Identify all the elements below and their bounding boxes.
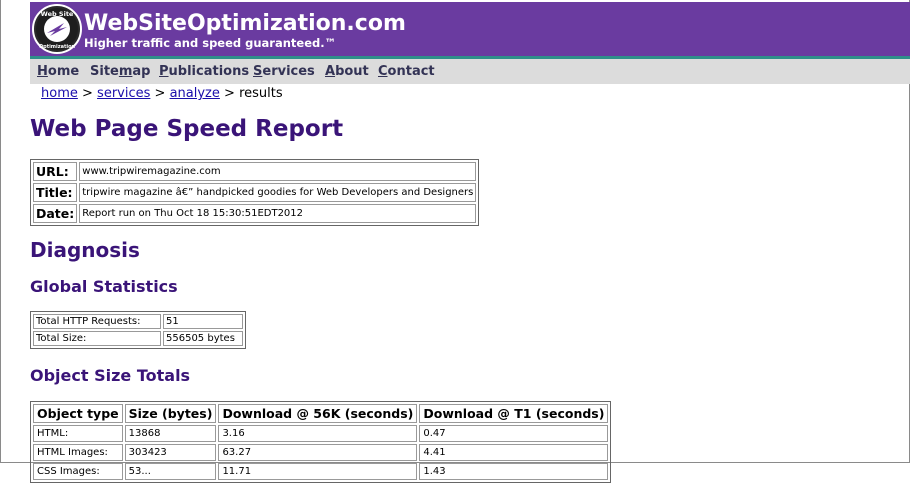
page-title: Web Page Speed Report xyxy=(30,116,344,142)
table-cell: HTML Images: xyxy=(33,444,123,461)
site-header: Web Site Optimization WebSiteOptimizatio… xyxy=(30,2,910,56)
url-value: www.tripwiremagazine.com xyxy=(79,162,477,181)
table-row: Total Size: 556505 bytes xyxy=(33,331,243,346)
table-cell: 556505 bytes xyxy=(163,331,243,346)
breadcrumb-analyze-link[interactable]: analyze xyxy=(170,86,220,101)
url-label: URL: xyxy=(33,162,78,181)
site-name[interactable]: WebSiteOptimization.com xyxy=(84,11,406,36)
logo-text-bottom: Optimization xyxy=(39,44,76,50)
table-cell: Total HTTP Requests: xyxy=(33,314,161,329)
table-cell: Total Size: xyxy=(33,331,161,346)
object-size-table: Object type Size (bytes) Download @ 56K … xyxy=(30,401,612,483)
table-row: URL: www.tripwiremagazine.com xyxy=(33,162,477,181)
nav-home-link[interactable]: Home xyxy=(37,64,79,79)
table-cell: 1.43 xyxy=(419,463,609,480)
table-cell: CSS Images: xyxy=(33,463,123,480)
column-header: Object type xyxy=(33,404,123,423)
table-cell: 0.47 xyxy=(419,425,609,442)
table-row: Title: tripwire magazine â€” handpicked … xyxy=(33,183,477,202)
table-cell: 13868 xyxy=(124,425,217,442)
global-statistics-heading: Global Statistics xyxy=(30,277,178,296)
table-cell: 53... xyxy=(124,463,217,480)
report-info-table: URL: www.tripwiremagazine.com Title: tri… xyxy=(30,159,480,226)
breadcrumb-current: results xyxy=(239,86,283,101)
logo-text-top: Web Site xyxy=(41,10,74,18)
site-logo[interactable]: Web Site Optimization xyxy=(32,4,82,54)
breadcrumb-separator: > xyxy=(82,86,93,101)
table-row: CSS Images: 53... 11.71 1.43 xyxy=(33,463,609,480)
date-value: Report run on Thu Oct 18 15:30:51EDT2012 xyxy=(79,204,477,223)
object-size-totals-heading: Object Size Totals xyxy=(30,366,191,385)
breadcrumb: home > services > analyze > results xyxy=(41,86,283,101)
table-row: Date: Report run on Thu Oct 18 15:30:51E… xyxy=(33,204,477,223)
table-cell: HTML: xyxy=(33,425,123,442)
breadcrumb-separator: > xyxy=(154,86,166,101)
title-value: tripwire magazine â€” handpicked goodies… xyxy=(79,183,477,202)
table-cell: 63.27 xyxy=(218,444,418,461)
table-row: Total HTTP Requests: 51 xyxy=(33,314,243,329)
column-header: Download @ T1 (seconds) xyxy=(419,404,609,423)
main-nav: Home Sitemap Publications Services About… xyxy=(30,59,910,84)
title-label: Title: xyxy=(33,183,78,202)
table-header-row: Object type Size (bytes) Download @ 56K … xyxy=(33,404,609,423)
nav-sitemap-link[interactable]: Sitemap xyxy=(90,64,150,79)
nav-contact-link[interactable]: Contact xyxy=(378,64,435,79)
logo-emblem-icon: Web Site Optimization xyxy=(36,8,78,50)
table-cell: 4.41 xyxy=(419,444,609,461)
nav-about-link[interactable]: About xyxy=(325,64,369,79)
table-cell: 51 xyxy=(163,314,243,329)
breadcrumb-home-link[interactable]: home xyxy=(41,86,78,101)
table-row: HTML Images: 303423 63.27 4.41 xyxy=(33,444,609,461)
site-tagline: Higher traffic and speed guaranteed.™ xyxy=(84,36,337,50)
column-header: Size (bytes) xyxy=(124,404,217,423)
table-cell: 3.16 xyxy=(218,425,418,442)
nav-publications-link[interactable]: Publications xyxy=(159,64,249,79)
date-label: Date: xyxy=(33,204,78,223)
table-cell: 303423 xyxy=(124,444,217,461)
column-header: Download @ 56K (seconds) xyxy=(218,404,418,423)
table-row: HTML: 13868 3.16 0.47 xyxy=(33,425,609,442)
nav-services-link[interactable]: Services xyxy=(253,64,315,79)
table-cell: 11.71 xyxy=(218,463,418,480)
breadcrumb-services-link[interactable]: services xyxy=(97,86,150,101)
breadcrumb-separator: > xyxy=(224,86,235,101)
global-statistics-table: Total HTTP Requests: 51 Total Size: 5565… xyxy=(30,311,246,349)
diagnosis-heading: Diagnosis xyxy=(30,238,140,262)
